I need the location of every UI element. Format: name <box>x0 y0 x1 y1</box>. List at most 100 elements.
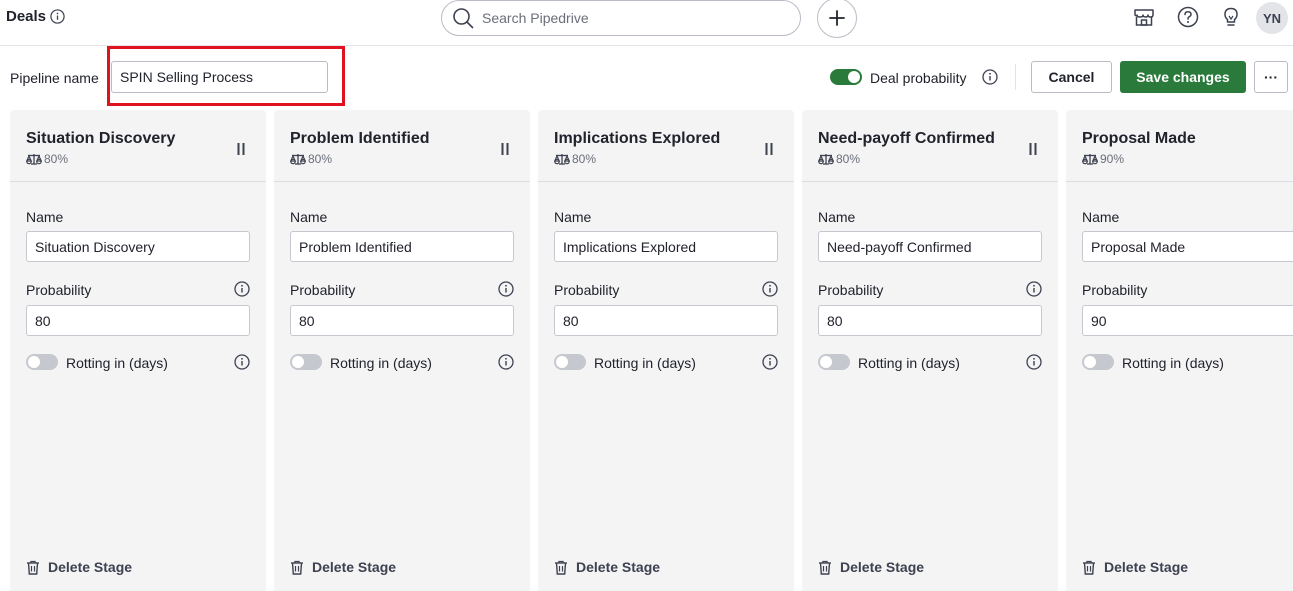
page-title-text: Deals <box>6 8 47 25</box>
drag-handle-icon[interactable] <box>236 142 246 156</box>
rotting-info-icon[interactable] <box>234 354 250 370</box>
probability-input[interactable] <box>818 305 1042 336</box>
probability-input[interactable] <box>1082 305 1293 336</box>
scale-icon <box>818 154 834 165</box>
drag-handle-icon[interactable] <box>764 142 774 156</box>
probability-info-icon[interactable] <box>762 281 778 297</box>
help-button[interactable] <box>1175 4 1201 30</box>
page-title: Deals <box>6 8 65 25</box>
stage-probability: 80% <box>818 152 1042 166</box>
stage-header[interactable]: Need-payoff Confirmed 80% <box>802 110 1058 182</box>
name-label: Name <box>818 209 856 225</box>
stage-column: Situation Discovery 80% Name Probability… <box>10 110 266 591</box>
rotting-label: Rotting in (days) <box>330 355 432 371</box>
probability-input[interactable] <box>26 305 250 336</box>
rotting-info-icon[interactable] <box>762 354 778 370</box>
rotting-toggle[interactable] <box>1082 354 1114 370</box>
probability-label: Probability <box>1082 282 1148 298</box>
pipeline-name-label: Pipeline name <box>10 70 99 86</box>
stages-board: Situation Discovery 80% Name Probability… <box>10 110 1293 591</box>
marketplace-button[interactable] <box>1131 4 1157 30</box>
scale-icon <box>26 154 42 165</box>
trash-icon <box>819 560 831 575</box>
stage-probability: 80% <box>554 152 778 166</box>
deal-probability-toggle[interactable] <box>830 69 862 85</box>
probability-info-icon[interactable] <box>234 281 250 297</box>
rotting-toggle[interactable] <box>818 354 850 370</box>
tips-button[interactable] <box>1218 4 1244 30</box>
scale-icon <box>554 154 570 165</box>
rotting-label: Rotting in (days) <box>858 355 960 371</box>
rotting-info-icon[interactable] <box>1026 354 1042 370</box>
rotting-label: Rotting in (days) <box>66 355 168 371</box>
search-bar[interactable] <box>441 0 801 36</box>
store-icon <box>1134 9 1154 26</box>
stage-name-input[interactable] <box>818 231 1042 262</box>
stage-title: Need-payoff Confirmed <box>818 130 995 147</box>
stage-title: Proposal Made <box>1082 130 1196 147</box>
delete-stage-label: Delete Stage <box>312 559 397 575</box>
probability-info-icon[interactable] <box>498 281 514 297</box>
stage-title: Situation Discovery <box>26 130 176 147</box>
rotting-label: Rotting in (days) <box>1122 355 1224 371</box>
probability-input[interactable] <box>290 305 514 336</box>
rotting-toggle[interactable] <box>26 354 58 370</box>
rotting-label: Rotting in (days) <box>594 355 696 371</box>
stage-probability: 80% <box>290 152 514 166</box>
probability-label: Probability <box>290 282 356 298</box>
delete-stage-button[interactable]: Delete Stage <box>290 559 396 575</box>
probability-label: Probability <box>818 282 884 298</box>
pipeline-name-input[interactable] <box>111 61 328 93</box>
stage-title: Problem Identified <box>290 130 430 147</box>
more-options-button[interactable]: ··· <box>1254 61 1288 93</box>
probability-label: Probability <box>26 282 92 298</box>
stage-name-input[interactable] <box>554 231 778 262</box>
drag-handle-icon[interactable] <box>1028 142 1038 156</box>
plus-icon <box>829 10 845 26</box>
stage-title: Implications Explored <box>554 130 721 147</box>
toolbar-divider <box>1015 64 1016 90</box>
stage-name-input[interactable] <box>1082 231 1293 262</box>
save-changes-button[interactable]: Save changes <box>1120 61 1246 93</box>
deal-probability-info-icon[interactable] <box>982 69 998 85</box>
delete-stage-label: Delete Stage <box>1104 559 1189 575</box>
stage-header[interactable]: Problem Identified 80% <box>274 110 530 182</box>
add-button[interactable] <box>817 0 857 38</box>
stage-header[interactable]: Implications Explored 80% <box>538 110 794 182</box>
stage-header[interactable]: Proposal Made 90% <box>1066 110 1293 182</box>
delete-stage-label: Delete Stage <box>840 559 925 575</box>
stage-column: Need-payoff Confirmed 80% Name Probabili… <box>802 110 1058 591</box>
info-icon[interactable] <box>50 9 65 24</box>
stage-name-input[interactable] <box>290 231 514 262</box>
trash-icon <box>27 560 39 575</box>
stage-percent: 90% <box>1100 152 1125 166</box>
stage-percent: 80% <box>44 152 69 166</box>
lightbulb-icon <box>1224 7 1238 26</box>
rotting-toggle[interactable] <box>554 354 586 370</box>
delete-stage-button[interactable]: Delete Stage <box>26 559 132 575</box>
rotting-toggle[interactable] <box>290 354 322 370</box>
scale-icon <box>290 154 306 165</box>
search-input[interactable] <box>482 10 782 26</box>
stage-column: Implications Explored 80% Name Probabili… <box>538 110 794 591</box>
stage-percent: 80% <box>572 152 597 166</box>
trash-icon <box>291 560 303 575</box>
delete-stage-button[interactable]: Delete Stage <box>554 559 660 575</box>
name-label: Name <box>26 209 64 225</box>
avatar[interactable]: YN <box>1256 2 1288 34</box>
delete-stage-button[interactable]: Delete Stage <box>818 559 924 575</box>
cancel-button[interactable]: Cancel <box>1031 61 1112 93</box>
drag-handle-icon[interactable] <box>500 142 510 156</box>
stage-name-input[interactable] <box>26 231 250 262</box>
deal-probability-label: Deal probability <box>870 70 967 86</box>
rotting-info-icon[interactable] <box>498 354 514 370</box>
help-icon <box>1177 6 1199 28</box>
probability-info-icon[interactable] <box>1026 281 1042 297</box>
scale-icon <box>1082 154 1098 165</box>
probability-label: Probability <box>554 282 620 298</box>
name-label: Name <box>1082 209 1120 225</box>
delete-stage-button[interactable]: Delete Stage <box>1082 559 1188 575</box>
trash-icon <box>555 560 567 575</box>
probability-input[interactable] <box>554 305 778 336</box>
stage-header[interactable]: Situation Discovery 80% <box>10 110 266 182</box>
